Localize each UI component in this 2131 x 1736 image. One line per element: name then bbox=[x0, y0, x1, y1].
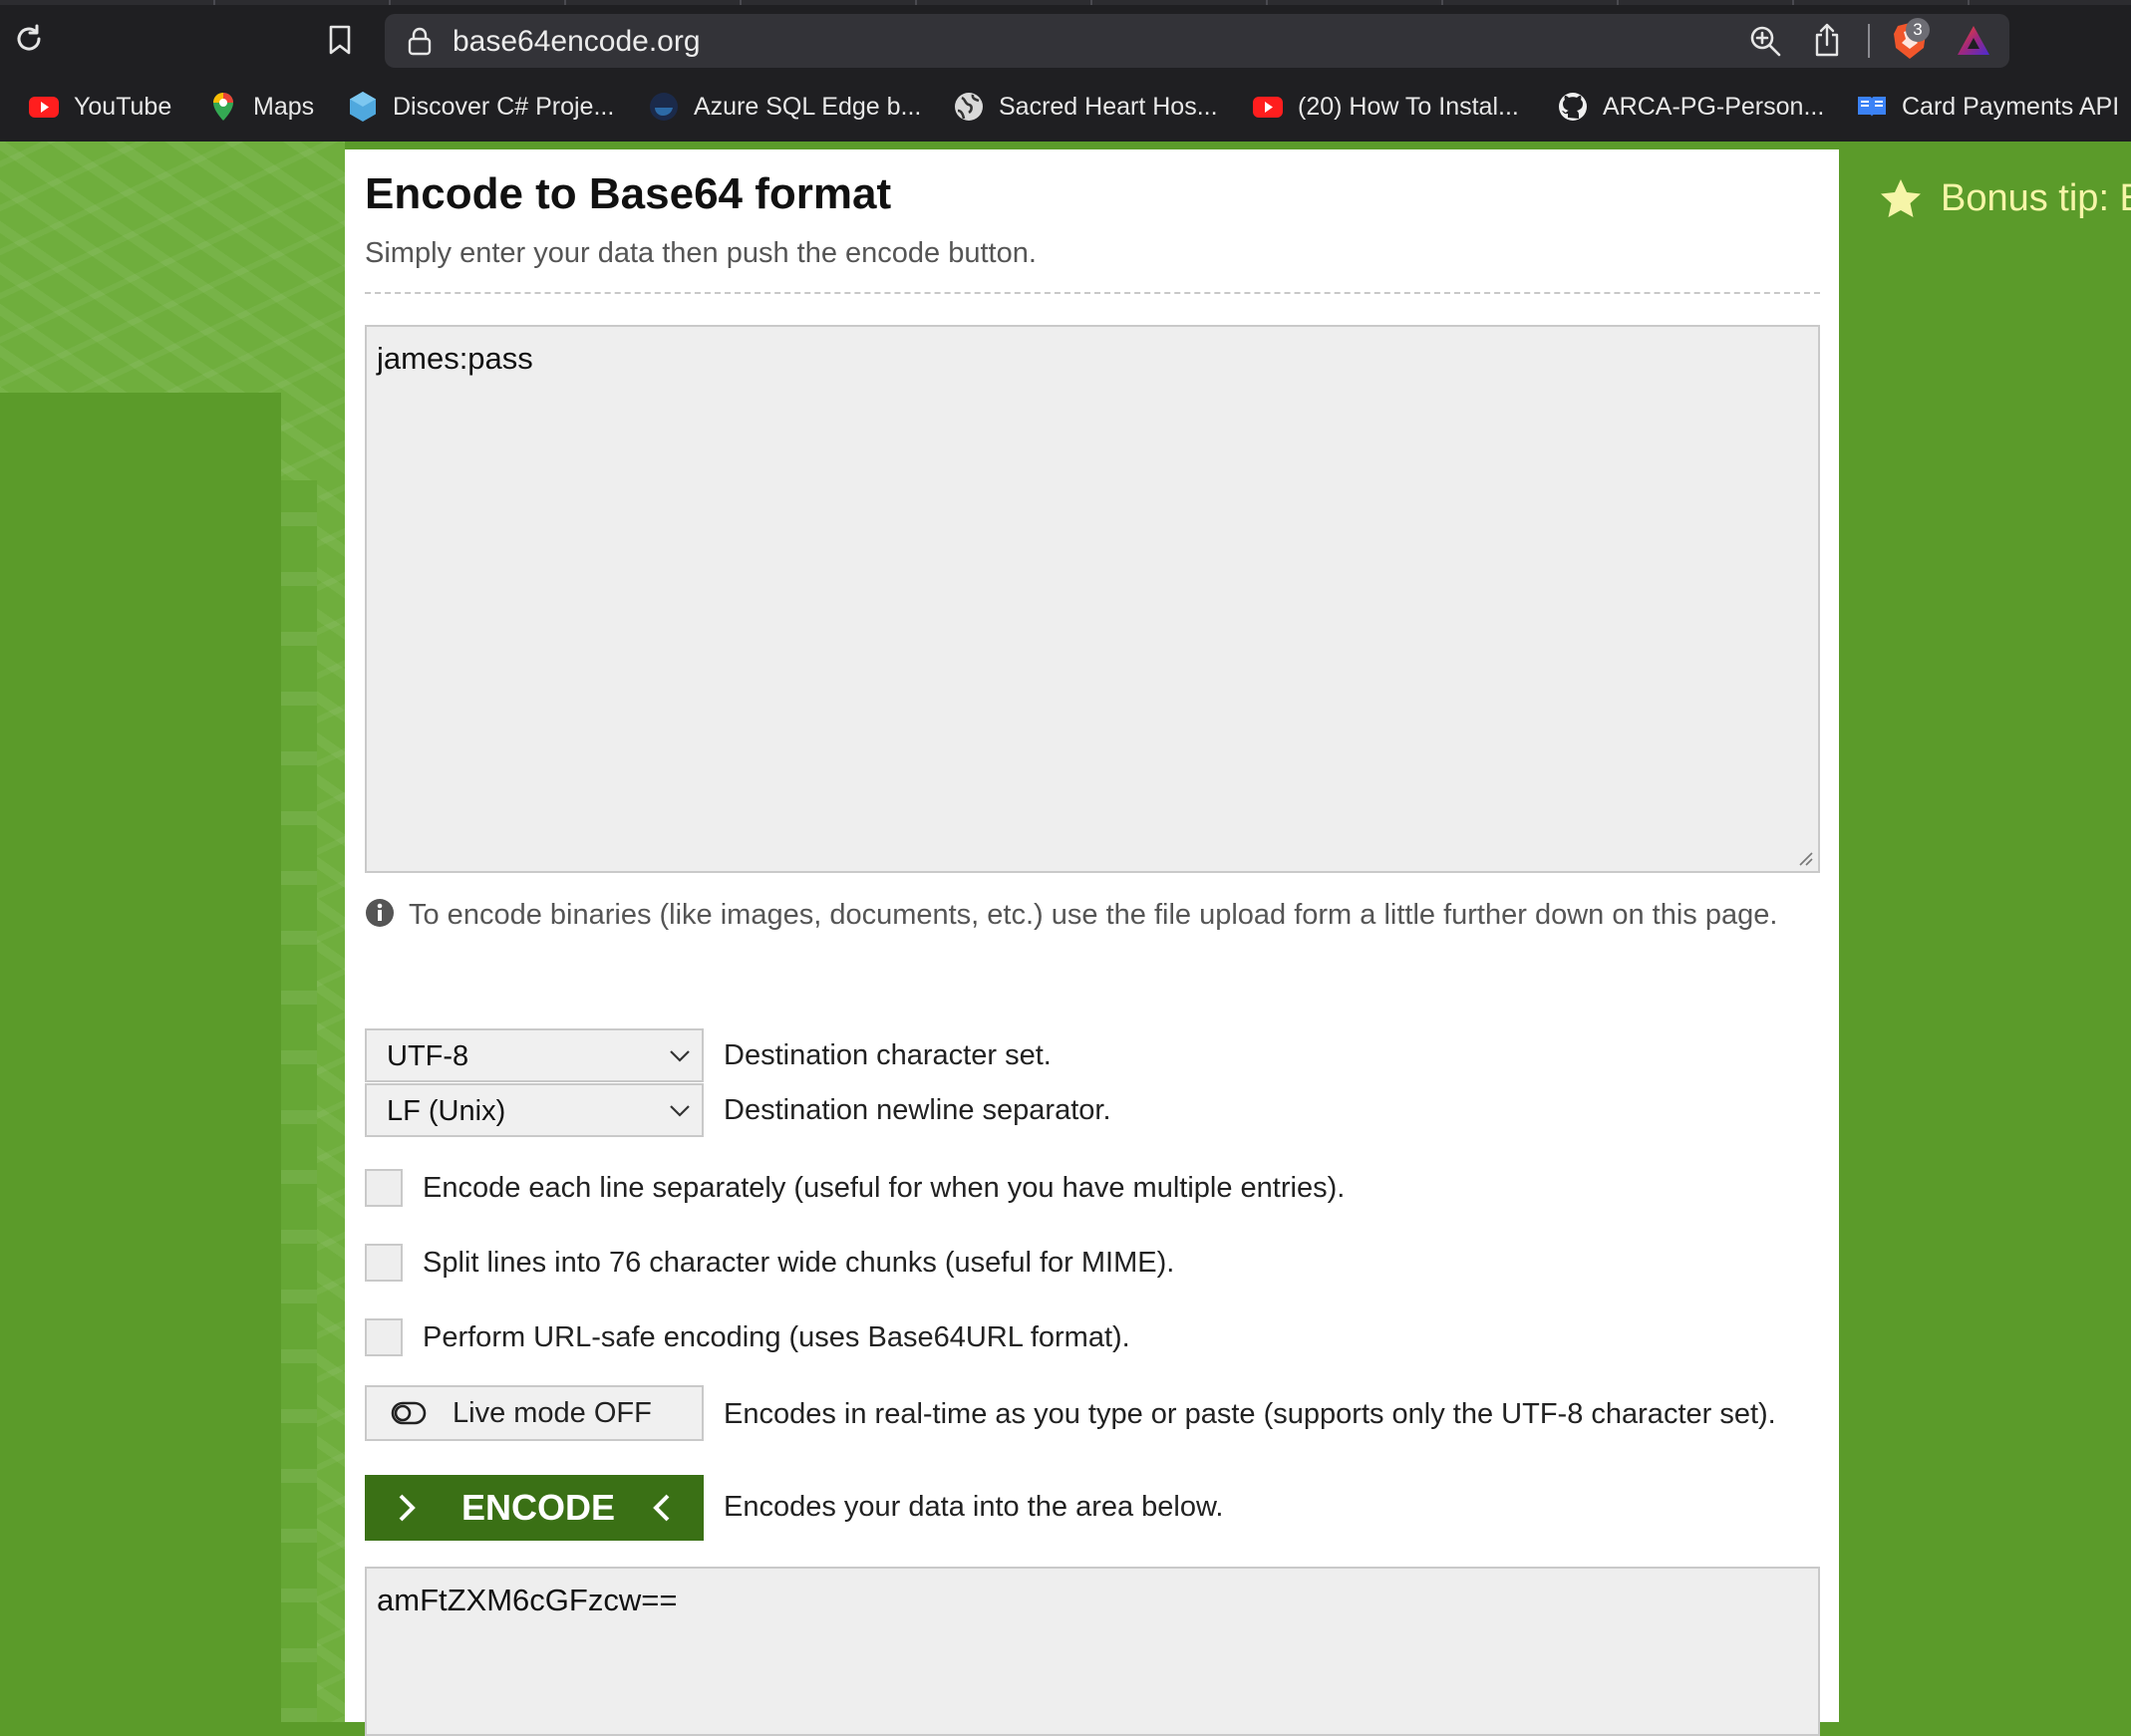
maps-icon bbox=[213, 93, 233, 121]
charset-label: Destination character set. bbox=[724, 1039, 1052, 1071]
chevron-left-icon bbox=[653, 1494, 670, 1522]
separator bbox=[1868, 24, 1870, 58]
newline-label: Destination newline separator. bbox=[724, 1094, 1111, 1126]
bookmark-label: Maps bbox=[253, 92, 315, 121]
shields-count-badge: 3 bbox=[1906, 18, 1930, 42]
chevron-down-icon bbox=[670, 1050, 690, 1062]
page-title: Encode to Base64 format bbox=[365, 169, 892, 218]
bookmark-discover-csharp[interactable]: Discover C# Proje... bbox=[347, 84, 614, 130]
tab-divider bbox=[1792, 0, 1794, 5]
reload-icon[interactable] bbox=[12, 22, 46, 56]
encode-each-line-label[interactable]: Encode each line separately (useful for … bbox=[423, 1172, 1345, 1205]
share-icon[interactable] bbox=[1812, 22, 1842, 58]
info-text: To encode binaries (like images, documen… bbox=[409, 899, 1778, 931]
encode-each-line-checkbox[interactable] bbox=[365, 1169, 403, 1207]
page-background: Bonus tip: E Encode to Base64 format Sim… bbox=[0, 142, 2131, 1736]
divider bbox=[365, 292, 1820, 294]
docker-icon bbox=[650, 93, 678, 121]
bookmark-label: Sacred Heart Hos... bbox=[999, 92, 1218, 121]
url-safe-checkbox[interactable] bbox=[365, 1318, 403, 1356]
bookmark-maps[interactable]: Maps bbox=[207, 84, 314, 130]
address-bar[interactable]: base64encode.org 3 bbox=[385, 14, 2009, 68]
bookmark-sacred-heart[interactable]: Sacred Heart Hos... bbox=[953, 84, 1218, 130]
chevron-right-icon bbox=[399, 1494, 416, 1522]
bookmark-card-payments[interactable]: Card Payments API bbox=[1856, 84, 2119, 130]
bookmark-label: Discover C# Proje... bbox=[393, 92, 615, 121]
encode-button[interactable]: ENCODE bbox=[365, 1475, 704, 1541]
charset-value: UTF-8 bbox=[387, 1040, 469, 1072]
tab-divider bbox=[1617, 0, 1619, 5]
book-icon bbox=[1858, 97, 1886, 117]
tab-divider bbox=[389, 0, 391, 5]
bookmark-arca-pg[interactable]: ARCA-PG-Person... bbox=[1557, 84, 1824, 130]
encode-description: Encodes your data into the area below. bbox=[724, 1491, 1224, 1523]
brave-rewards-icon[interactable] bbox=[1956, 24, 1991, 58]
right-sidebar: Bonus tip: E bbox=[1839, 142, 2131, 1722]
bookmark-label: Card Payments API bbox=[1902, 92, 2120, 121]
input-textarea[interactable]: james:pass bbox=[365, 325, 1820, 873]
browser-toolbar: base64encode.org 3 YouTube Maps Discover… bbox=[0, 0, 2131, 142]
tab-divider bbox=[1968, 0, 1970, 5]
bookmark-icon[interactable] bbox=[327, 24, 353, 56]
encode-label: ENCODE bbox=[460, 1487, 616, 1528]
binary-info-note: To encode binaries (like images, documen… bbox=[365, 893, 1820, 938]
tab-divider bbox=[564, 0, 566, 5]
live-mode-label: Live mode OFF bbox=[453, 1396, 652, 1429]
bookmark-youtube[interactable]: YouTube bbox=[28, 84, 171, 130]
pattern-strip bbox=[281, 480, 317, 1722]
bookmark-azure-sql-edge[interactable]: Azure SQL Edge b... bbox=[648, 84, 921, 130]
bookmarks-bar: YouTube Maps Discover C# Proje... Azure … bbox=[0, 84, 2131, 130]
output-text: amFtZXM6cGFzcw== bbox=[377, 1583, 678, 1617]
bookmark-label: Azure SQL Edge b... bbox=[694, 92, 922, 121]
zoom-in-icon[interactable] bbox=[1748, 24, 1782, 58]
newline-select[interactable]: LF (Unix) bbox=[365, 1083, 704, 1137]
url-text[interactable]: base64encode.org bbox=[453, 25, 701, 59]
github-icon bbox=[1559, 93, 1587, 121]
live-mode-toggle[interactable]: Live mode OFF bbox=[365, 1385, 704, 1441]
star-icon bbox=[1881, 179, 1921, 217]
toggle-off-icon bbox=[391, 1401, 427, 1425]
hexagon-icon bbox=[350, 92, 376, 122]
bookmark-label: YouTube bbox=[74, 92, 172, 121]
encode-form-panel: Encode to Base64 format Simply enter you… bbox=[345, 149, 1839, 1736]
url-safe-label[interactable]: Perform URL-safe encoding (uses Base64UR… bbox=[423, 1321, 1130, 1354]
bookmark-label: ARCA-PG-Person... bbox=[1603, 92, 1825, 121]
tab-divider bbox=[1441, 0, 1443, 5]
newline-value: LF (Unix) bbox=[387, 1095, 506, 1127]
tab-divider bbox=[1090, 0, 1092, 5]
split-lines-label[interactable]: Split lines into 76 character wide chunk… bbox=[423, 1247, 1174, 1280]
split-lines-checkbox[interactable] bbox=[365, 1244, 403, 1282]
youtube-icon bbox=[1253, 97, 1283, 118]
tab-divider bbox=[915, 0, 917, 5]
resize-grip-icon[interactable] bbox=[1796, 849, 1814, 867]
output-textarea[interactable]: amFtZXM6cGFzcw== bbox=[365, 1567, 1820, 1736]
tab-divider bbox=[740, 0, 742, 5]
info-icon bbox=[366, 899, 394, 927]
page-subtitle: Simply enter your data then push the enc… bbox=[365, 237, 1037, 269]
lock-icon bbox=[408, 27, 432, 56]
bookmark-how-to-install[interactable]: (20) How To Instal... bbox=[1252, 84, 1519, 130]
tab-strip[interactable] bbox=[0, 0, 2131, 5]
chevron-down-icon bbox=[670, 1105, 690, 1117]
youtube-icon bbox=[29, 97, 59, 118]
globe-icon bbox=[955, 93, 983, 121]
charset-select[interactable]: UTF-8 bbox=[365, 1028, 704, 1082]
left-green-panel bbox=[0, 393, 281, 1722]
bookmark-label: (20) How To Instal... bbox=[1298, 92, 1519, 121]
live-mode-description: Encodes in real-time as you type or past… bbox=[724, 1398, 1776, 1430]
tab-divider bbox=[213, 0, 215, 5]
tab-divider bbox=[1266, 0, 1268, 5]
input-text: james:pass bbox=[377, 341, 533, 376]
bonus-tip-heading: Bonus tip: E bbox=[1941, 177, 2131, 219]
